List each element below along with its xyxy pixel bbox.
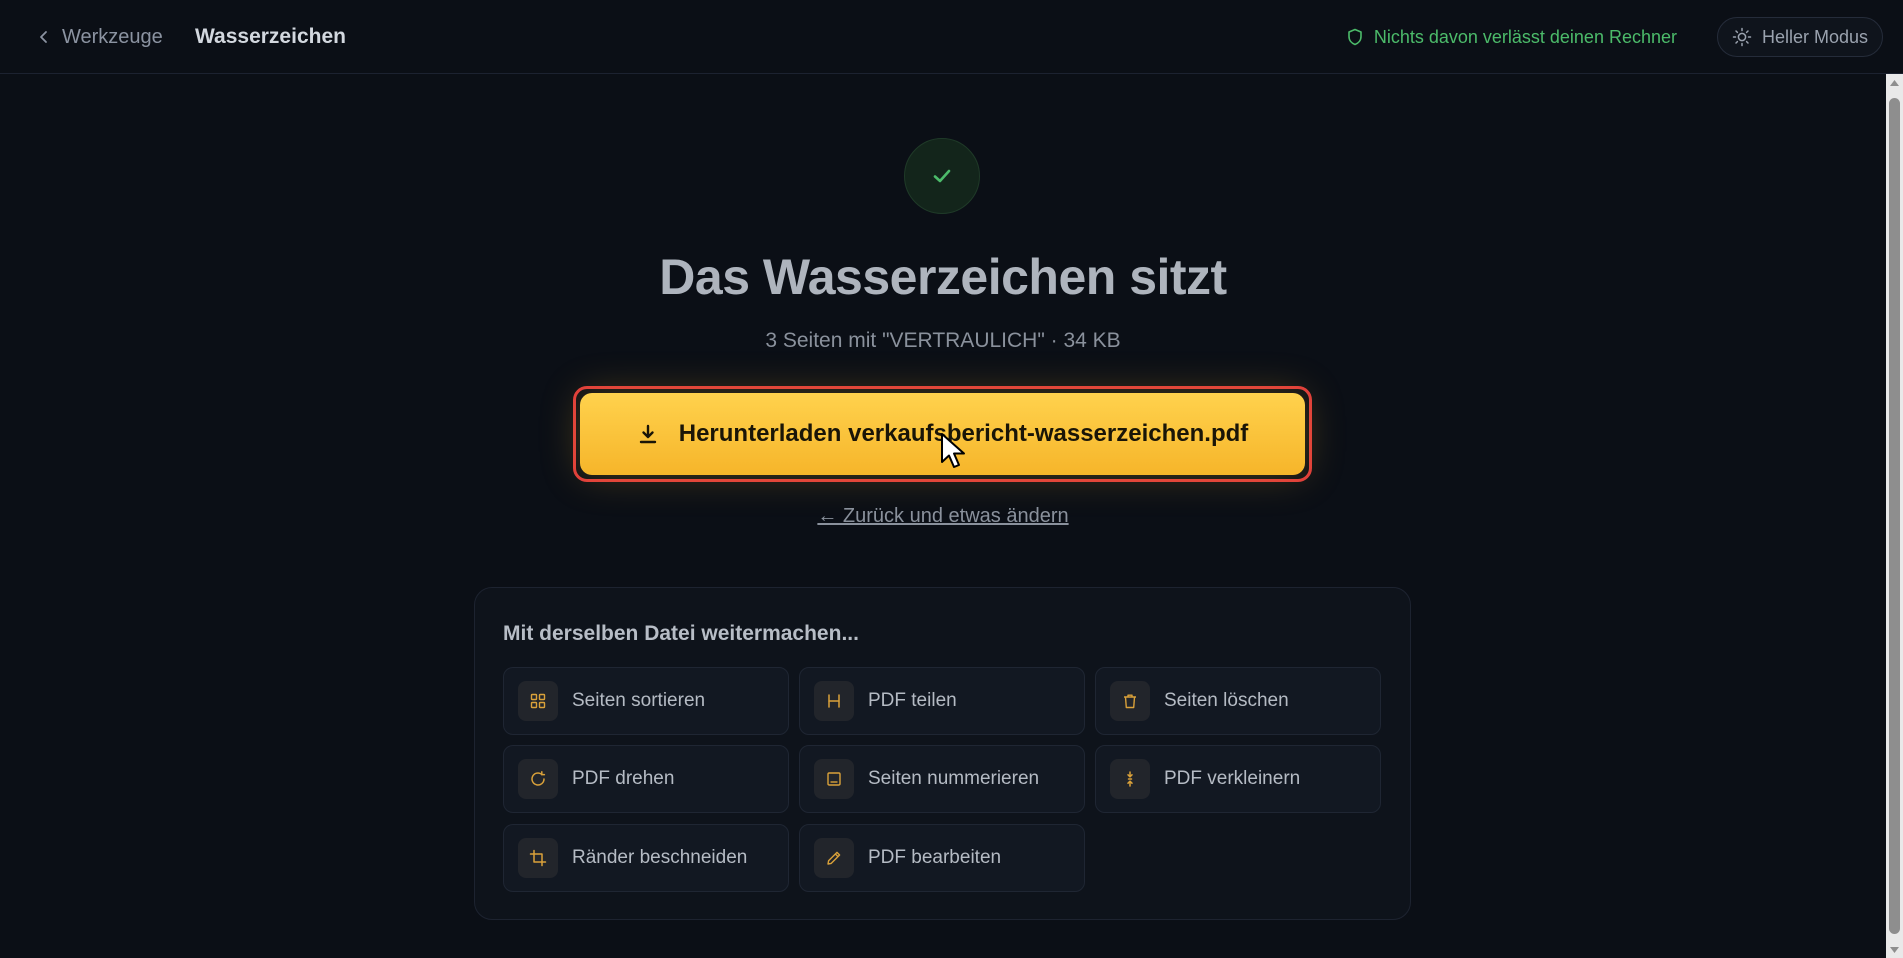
result-summary: 3 Seiten mit "VERTRAULICH" · 34 KB — [765, 329, 1121, 352]
tool-label: PDF drehen — [572, 768, 675, 789]
tool-label: PDF teilen — [868, 690, 957, 711]
success-headline: Das Wasserzeichen sitzt — [659, 249, 1227, 305]
tool-edit-pdf[interactable]: PDF bearbeiten — [799, 824, 1085, 892]
crop-icon — [518, 838, 558, 878]
page-title: Wasserzeichen — [195, 25, 346, 48]
shield-icon — [1348, 28, 1362, 46]
split-icon — [814, 681, 854, 721]
tool-crop-margins[interactable]: Ränder beschneiden — [503, 824, 789, 892]
success-badge — [904, 138, 980, 214]
tool-compress-pdf[interactable]: PDF verkleinern — [1095, 745, 1381, 813]
scroll-down-arrow-icon[interactable] — [1886, 941, 1903, 958]
scroll-up-arrow-icon[interactable] — [1886, 74, 1903, 91]
light-mode-button[interactable]: Heller Modus — [1717, 17, 1883, 57]
tool-label: PDF bearbeiten — [868, 847, 1002, 868]
back-change-container: ← Zurück und etwas ändern — [0, 505, 1886, 528]
back-link-label: Werkzeuge — [62, 25, 163, 48]
compress-icon — [1110, 759, 1150, 799]
tool-rotate-pdf[interactable]: PDF drehen — [503, 745, 789, 813]
page-number-icon — [814, 759, 854, 799]
tool-label: Seiten nummerieren — [868, 768, 1040, 789]
sun-icon — [1732, 27, 1752, 47]
top-bar: Werkzeuge Wasserzeichen Nichts davon ver… — [0, 0, 1903, 74]
privacy-text: Nichts davon verlässt deinen Rechner — [1373, 26, 1677, 47]
tool-delete-pages[interactable]: Seiten löschen — [1095, 667, 1381, 735]
mouse-cursor-icon — [941, 433, 965, 468]
tool-number-pages[interactable]: Seiten nummerieren — [799, 745, 1085, 813]
tool-split-pdf[interactable]: PDF teilen — [799, 667, 1085, 735]
privacy-notice: Nichts davon verlässt deinen Rechner — [1346, 24, 1677, 50]
download-icon — [639, 424, 656, 444]
scrollbar-thumb[interactable] — [1889, 98, 1900, 934]
rotate-icon — [518, 759, 558, 799]
tool-label: Seiten löschen — [1164, 690, 1289, 711]
pencil-icon — [814, 838, 854, 878]
tool-sort-pages[interactable]: Seiten sortieren — [503, 667, 789, 735]
continue-tools-card: Mit derselben Datei weitermachen... Seit… — [474, 587, 1411, 920]
tool-label: PDF verkleinern — [1164, 768, 1301, 789]
chevron-left-icon — [40, 31, 47, 43]
vertical-scrollbar[interactable] — [1886, 74, 1903, 958]
trash-icon — [1110, 681, 1150, 721]
card-title: Mit derselben Datei weitermachen... — [503, 622, 859, 645]
tool-label: Seiten sortieren — [572, 690, 706, 711]
back-to-tools-link[interactable]: Werkzeuge — [36, 24, 163, 50]
grid-icon — [518, 681, 558, 721]
checkmark-icon — [933, 169, 951, 183]
back-and-edit-link[interactable]: ← Zurück und etwas ändern — [817, 505, 1068, 527]
light-mode-label: Heller Modus — [1761, 26, 1869, 47]
tool-label: Ränder beschneiden — [572, 847, 748, 868]
